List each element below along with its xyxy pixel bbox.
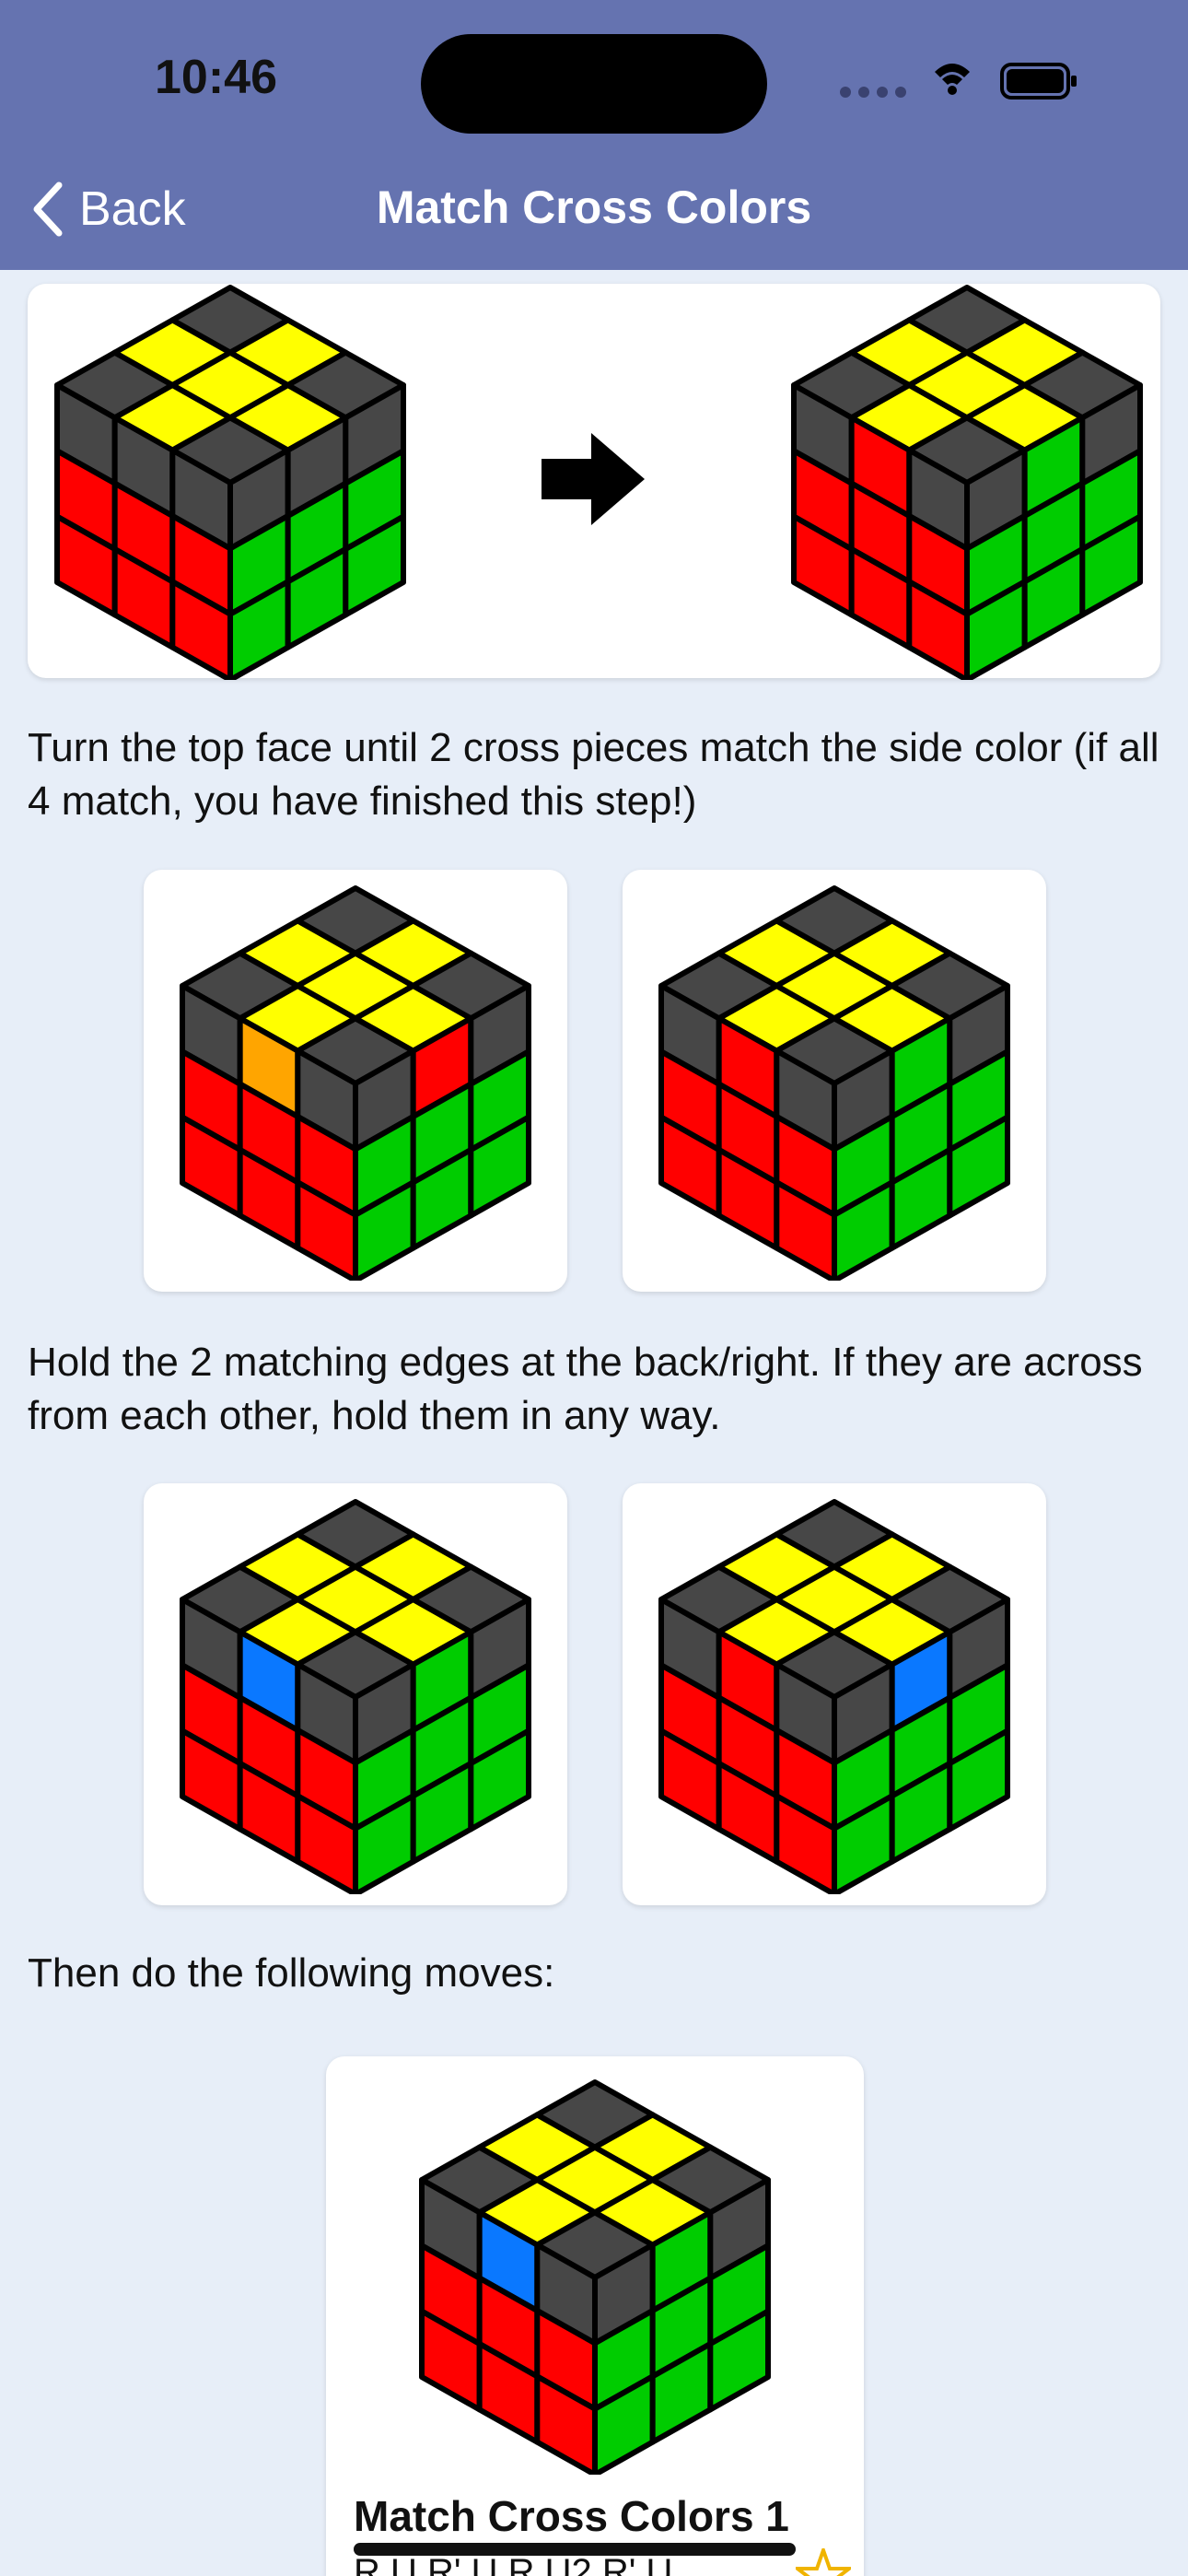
cube-hold-a bbox=[171, 1498, 540, 1899]
cube-drawing bbox=[658, 1499, 1010, 1897]
navigation-header: 10:46 Back Match Cross Colors bbox=[0, 0, 1188, 270]
instruction-text-3: Then do the following moves: bbox=[28, 1950, 555, 1996]
step1-card-b bbox=[623, 870, 1046, 1292]
instruction-text-1: Turn the top face until 2 cross pieces m… bbox=[28, 725, 1159, 824]
page-title: Match Cross Colors bbox=[376, 181, 812, 233]
algorithm-moves: R U R' U R U2 R' U bbox=[354, 2552, 673, 2576]
cube-drawing bbox=[180, 885, 531, 1283]
cube-before bbox=[46, 284, 414, 685]
step1-card-a bbox=[144, 870, 567, 1292]
banner-card bbox=[28, 284, 1160, 683]
algorithm-title: Match Cross Colors 1 bbox=[354, 2492, 789, 2540]
instruction-text-2: Hold the 2 matching edges at the back/ri… bbox=[28, 1340, 1143, 1438]
cube-after bbox=[783, 284, 1151, 685]
cube-drawing bbox=[419, 2079, 771, 2477]
cube-drawing bbox=[54, 285, 406, 683]
cube-example-matched bbox=[650, 884, 1019, 1285]
cube-drawing bbox=[658, 885, 1010, 1283]
step2-card-a bbox=[144, 1483, 567, 1905]
cube-example-orange bbox=[171, 884, 540, 1285]
battery-icon bbox=[1000, 63, 1077, 100]
star-icon[interactable] bbox=[796, 2548, 851, 2576]
signal-dots-icon bbox=[840, 87, 906, 98]
status-time: 10:46 bbox=[155, 51, 277, 104]
status-icons bbox=[838, 57, 1087, 103]
dynamic-island bbox=[421, 34, 767, 134]
cube-hold-b bbox=[650, 1498, 1019, 1899]
wifi-icon bbox=[935, 64, 970, 95]
cube-drawing bbox=[180, 1499, 531, 1897]
cube-drawing bbox=[791, 285, 1143, 683]
cube-algorithm bbox=[411, 2078, 779, 2479]
algorithm-card[interactable]: Match Cross Colors 1 R U R' U R U2 R' U bbox=[326, 2056, 864, 2576]
step2-card-b bbox=[623, 1483, 1046, 1905]
arrow-right-icon bbox=[542, 433, 645, 525]
